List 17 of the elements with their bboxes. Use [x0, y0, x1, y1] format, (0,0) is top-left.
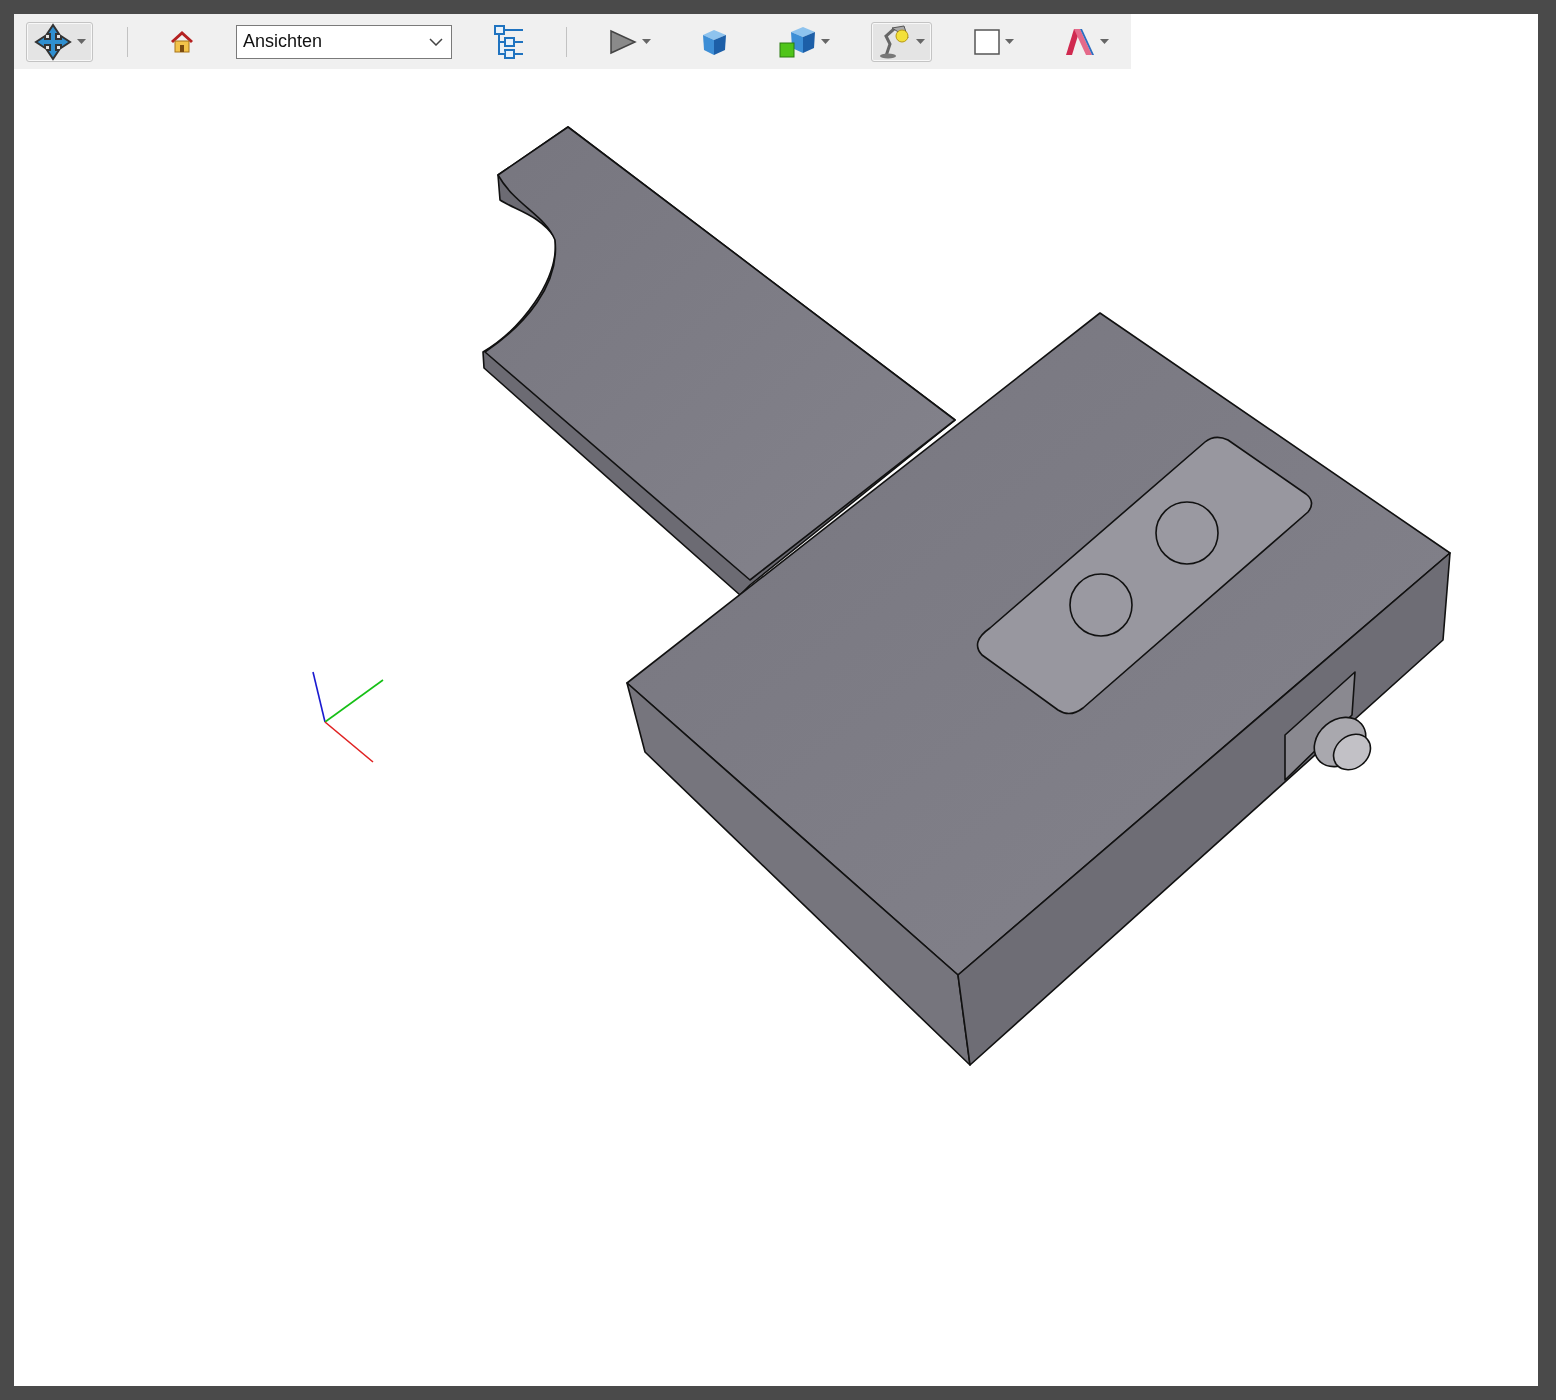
play-icon	[608, 27, 638, 56]
pan-tool-button[interactable]	[26, 21, 93, 62]
desk-lamp-icon	[878, 23, 912, 60]
chevron-down-icon	[429, 37, 443, 46]
lamp-tool-button[interactable]	[871, 21, 932, 62]
dropdown-arrow-icon	[1100, 39, 1109, 44]
dropdown-arrow-icon	[821, 39, 830, 44]
blank-square-icon	[973, 27, 1001, 56]
dropdown-arrow-icon	[1005, 39, 1014, 44]
tree-structure-icon	[493, 23, 525, 60]
3d-viewport[interactable]: Ansichten	[14, 14, 1538, 1386]
dropdown-arrow-icon	[916, 39, 925, 44]
dropdown-arrow-icon	[642, 39, 651, 44]
dropdown-arrow-icon	[77, 39, 86, 44]
move-arrows-icon	[33, 21, 73, 62]
home-icon	[169, 29, 195, 54]
views-dropdown[interactable]: Ansichten	[236, 24, 452, 59]
